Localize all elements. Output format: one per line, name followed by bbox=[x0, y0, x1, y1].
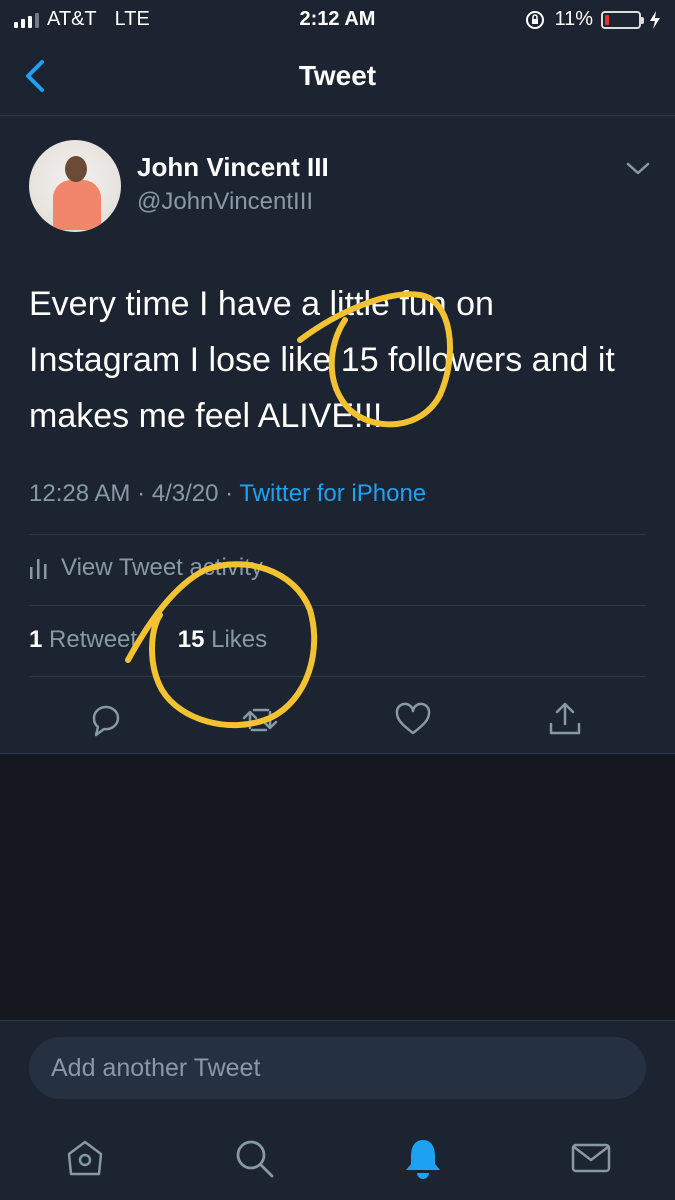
status-bar: AT&T LTE 2:12 AM 11% bbox=[0, 0, 675, 40]
tweet-source-link[interactable]: Twitter for iPhone bbox=[239, 480, 426, 507]
divider bbox=[29, 534, 646, 535]
author-handle[interactable]: @JohnVincentIII bbox=[137, 188, 313, 216]
tab-notifications[interactable] bbox=[401, 1136, 445, 1180]
meta-separator: · bbox=[225, 480, 240, 507]
retweet-icon bbox=[242, 708, 278, 732]
likes-stat[interactable]: 15 Likes bbox=[178, 626, 267, 653]
battery-level bbox=[605, 14, 609, 25]
tweet-date: 4/3/20 bbox=[151, 480, 219, 507]
nav-bar: Tweet bbox=[0, 40, 675, 116]
battery-icon bbox=[601, 10, 644, 29]
retweet-button[interactable] bbox=[240, 700, 280, 740]
battery-percent: 11% bbox=[554, 8, 593, 30]
retweets-count: 1 bbox=[29, 626, 43, 653]
share-button[interactable] bbox=[545, 700, 585, 740]
tweet-menu-button[interactable] bbox=[625, 160, 651, 178]
tweet-time: 12:28 AM bbox=[29, 480, 131, 507]
like-button[interactable] bbox=[393, 700, 433, 740]
page-title: Tweet bbox=[298, 60, 377, 91]
retweets-label: Retweet bbox=[49, 626, 138, 653]
tweet-meta: 12:28 AM · 4/3/20 · Twitter for iPhone bbox=[29, 480, 426, 508]
composer-bar: Add another Tweet bbox=[0, 1020, 675, 1116]
meta-separator: · bbox=[137, 480, 152, 507]
avatar[interactable] bbox=[29, 140, 121, 232]
orientation-lock-icon bbox=[526, 10, 545, 29]
reply-button[interactable] bbox=[86, 700, 126, 740]
likes-count: 15 bbox=[177, 626, 205, 653]
tweet-card: John Vincent III @JohnVincentIII Every t… bbox=[0, 116, 675, 754]
retweets-stat[interactable]: 1 Retweet bbox=[29, 626, 137, 653]
divider bbox=[29, 676, 646, 677]
view-activity-link[interactable]: View Tweet activity bbox=[29, 554, 263, 582]
tab-messages[interactable] bbox=[569, 1136, 613, 1180]
share-icon bbox=[549, 702, 581, 735]
heart-icon bbox=[395, 702, 431, 735]
tweet-actions bbox=[0, 686, 675, 746]
reply-icon bbox=[92, 705, 120, 737]
bell-icon bbox=[406, 1140, 440, 1170]
tab-bar bbox=[0, 1116, 675, 1200]
likes-label: Likes bbox=[211, 626, 268, 653]
tab-search[interactable] bbox=[232, 1136, 276, 1180]
tab-home[interactable] bbox=[63, 1136, 107, 1180]
tweet-stats: 1 Retweet 15 Likes bbox=[29, 626, 267, 654]
analytics-icon bbox=[30, 559, 47, 579]
add-tweet-placeholder: Add another Tweet bbox=[51, 1054, 261, 1082]
tweet-text: Every time I have a little fun on Instag… bbox=[29, 285, 615, 435]
home-icon bbox=[67, 1140, 103, 1176]
add-tweet-input[interactable]: Add another Tweet bbox=[29, 1037, 646, 1099]
divider bbox=[29, 605, 646, 606]
chevron-down-icon bbox=[626, 162, 650, 175]
charging-icon bbox=[650, 10, 660, 29]
status-right: 11% bbox=[524, 8, 661, 31]
view-activity-label: View Tweet activity bbox=[61, 554, 263, 581]
author-name[interactable]: John Vincent III bbox=[137, 152, 329, 183]
